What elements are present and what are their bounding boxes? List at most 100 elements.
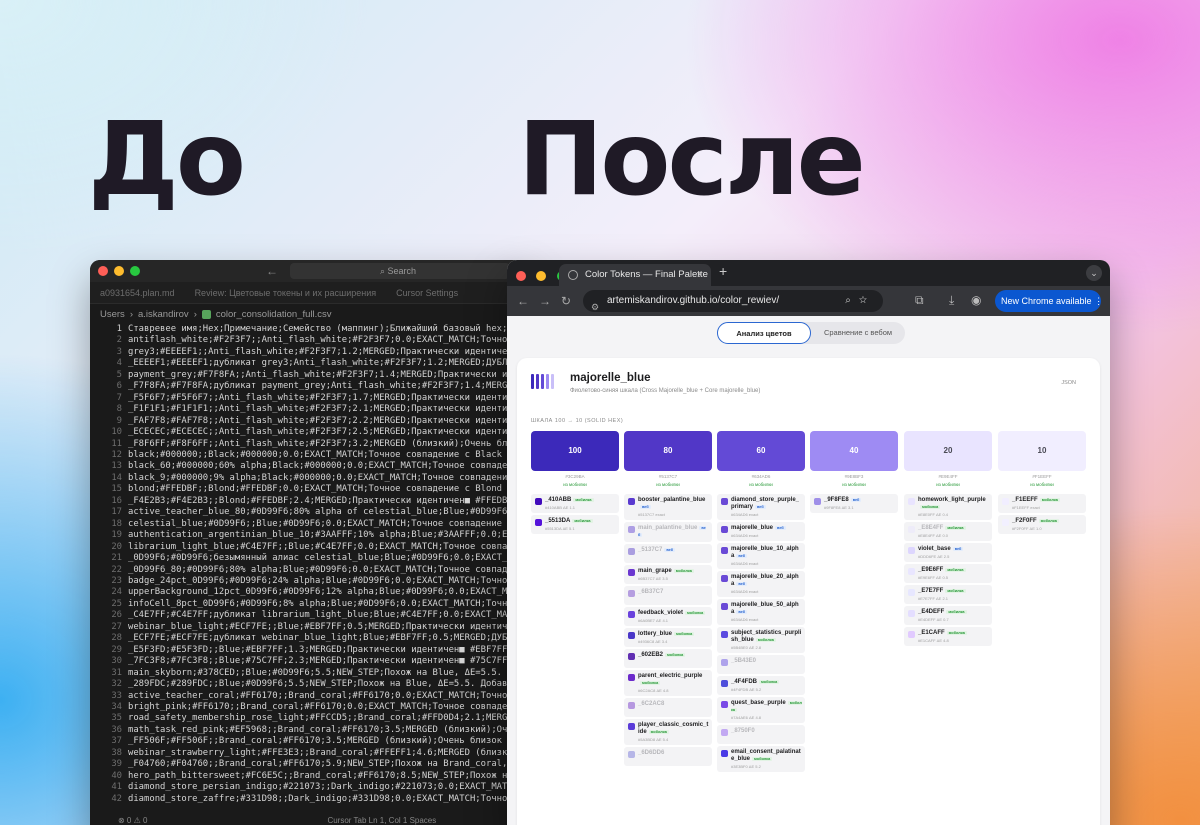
token-item[interactable]: _E9E6FF мобилка #E9E6FF ΔE 0.5: [904, 564, 992, 583]
code-line[interactable]: 37 _FF506F;#FF506F;;Brand_coral;#FF6170;3…: [90, 736, 530, 747]
scale-step-swatch[interactable]: 20: [904, 431, 992, 471]
token-item[interactable]: _5B43E0: [717, 655, 805, 674]
token-item[interactable]: _F1EEFF мобилка #F1EEFF exact: [998, 494, 1086, 513]
new-tab-button[interactable]: +: [719, 263, 727, 279]
token-item[interactable]: diamond_store_purple_primary веб #634AD6 e…: [717, 494, 805, 520]
editor-search-box[interactable]: ⌕ Search: [290, 263, 510, 279]
token-item[interactable]: _8750F0: [717, 725, 805, 744]
extensions-icon[interactable]: ⧉: [915, 293, 924, 308]
token-item[interactable]: _410ABB мобилка #410ABB ΔE 1.1: [531, 494, 619, 513]
reload-icon[interactable]: ↻: [561, 294, 571, 308]
code-line[interactable]: 23 badge_24pct_0D99F6;#0D99F6;24% alpha;B…: [90, 576, 530, 587]
token-item[interactable]: _9F8FE8 веб #9F8FE8 ΔE 3.1: [810, 494, 898, 513]
token-item[interactable]: majorelle_blue веб #634AD6 exact: [717, 522, 805, 541]
scale-step-swatch[interactable]: 10: [998, 431, 1086, 471]
token-item[interactable]: parent_electric_purpleмобилка #6C2AC8 ΔE …: [624, 670, 712, 696]
token-item[interactable]: majorelle_blue_20_alpha веб #634AD6 exact: [717, 571, 805, 597]
token-item[interactable]: email_consent_palatinate_blue мобилка #3E3…: [717, 746, 805, 772]
editor-tab[interactable]: Cursor Settings: [386, 282, 468, 303]
token-item[interactable]: _E4DEFF мобилка #E4DEFF ΔE 0.7: [904, 606, 992, 625]
code-line[interactable]: 34 bright_pink;#FF6170;;Brand_coral;#FF61…: [90, 702, 530, 713]
code-line[interactable]: 7 _F5F6F7;#F5F6F7;;Anti_flash_white;#F2F3…: [90, 393, 530, 404]
code-line[interactable]: 10 _ECECEC;#ECECEC;;Anti_flash_white;#F2F…: [90, 427, 530, 438]
maximize-window-button[interactable]: [130, 266, 140, 276]
token-item[interactable]: feedback_violet мобилка #6A0BE7 ΔE 4.1: [624, 607, 712, 626]
tab-web-comparison[interactable]: Сравнение с вебом: [811, 322, 905, 344]
problems-indicator[interactable]: ⊗ 0 ⚠ 0: [118, 816, 147, 825]
minimize-window-button[interactable]: [536, 271, 547, 281]
code-line[interactable]: 1 Ставревее имя;Hex;Примечание;Семейство …: [90, 324, 530, 335]
token-item[interactable]: _6D6DD6: [624, 747, 712, 766]
token-item[interactable]: lottery_blue мобилка #4936C8 ΔE 3.4: [624, 628, 712, 647]
code-line[interactable]: 15 blond;#FFEDBF;;Blond;#FFEDBF;0.0;EXACT…: [90, 484, 530, 495]
editor-tab[interactable]: a0931654.plan.md: [90, 282, 185, 303]
token-item[interactable]: _E1CAFF мобилка #E1CAFF ΔE 4.8: [904, 627, 992, 646]
code-line[interactable]: 19 authentication_argentinian_blue_10;#3A…: [90, 530, 530, 541]
json-button[interactable]: JSON: [1061, 380, 1076, 386]
token-item[interactable]: main_grape мобилка #6B37C7 ΔE 3.5: [624, 565, 712, 584]
token-item[interactable]: _602EB2 мобилка: [624, 649, 712, 668]
code-line[interactable]: 42 diamond_store_zaffre;#331D98;;Dark_ind…: [90, 794, 530, 804]
code-line[interactable]: 4 _EEEEF1;#EEEEF1;дубликат grey3;Anti_fla…: [90, 358, 530, 369]
code-line[interactable]: 26 _C4E7FF;#C4E7FF;дубликат librarium_lig…: [90, 610, 530, 621]
code-line[interactable]: 28 _ECF7FE;#ECF7FE;дубликат webinar_blue_…: [90, 633, 530, 644]
more-vert-icon[interactable]: ⋮: [1094, 296, 1103, 306]
token-item[interactable]: _6C2AC8: [624, 698, 712, 717]
breadcrumb-item[interactable]: a.iskandirov: [138, 309, 189, 320]
back-arrow-icon[interactable]: ←: [517, 294, 529, 308]
code-line[interactable]: 35 road_safety_membership_rose_light;#FFC…: [90, 713, 530, 724]
token-item[interactable]: _6B37C7: [624, 586, 712, 605]
token-item[interactable]: subject_statistics_purplish_blue мобилка #…: [717, 627, 805, 653]
code-line[interactable]: 18 celestial_blue;#0D99F6;;Blue;#0D99F6;0…: [90, 519, 530, 530]
editor-tab[interactable]: Review: Цветовые токены и их расширения: [185, 282, 387, 303]
bookmark-star-icon[interactable]: ☆: [859, 295, 875, 306]
code-line[interactable]: 8 _F1F1F1;#F1F1F1;;Anti_flash_white;#F2F3…: [90, 404, 530, 415]
token-item[interactable]: booster_palantine_blueвеб #5137C7 exact: [624, 494, 712, 520]
code-line[interactable]: 32 _289FDC;#289FDC;;Blue;#0D99F6;5.5;NEW_…: [90, 679, 530, 690]
code-line[interactable]: 13 black_60;#000000;60% alpha;Black;#0000…: [90, 461, 530, 472]
chevron-down-icon[interactable]: ⌄: [1086, 265, 1102, 281]
scale-step-swatch[interactable]: 100: [531, 431, 619, 471]
token-item[interactable]: quest_base_purple мобилка #7A4AE6 ΔE 4.8: [717, 697, 805, 723]
tab-color-analysis[interactable]: Анализ цветов: [717, 322, 811, 344]
avatar[interactable]: ◉: [971, 293, 981, 307]
code-line[interactable]: 17 active_teacher_blue_80;#0D99F6;80% alp…: [90, 507, 530, 518]
token-item[interactable]: _4F4FDB мобилка #4F4FDB ΔE 5.2: [717, 676, 805, 695]
code-line[interactable]: 27 webinar_blue_light;#ECF7FE;;Blue;#EBF7…: [90, 622, 530, 633]
token-item[interactable]: majorelle_blue_50_alpha веб #634AD6 exact: [717, 599, 805, 625]
code-line[interactable]: 40 hero_path_bittersweet;#FC6E5C;;Brand_c…: [90, 771, 530, 782]
code-line[interactable]: 41 diamond_store_persian_indigo;#221073;;…: [90, 782, 530, 793]
code-line[interactable]: 2 antiflash_white;#F2F3F7;;Anti_flash_whi…: [90, 335, 530, 346]
code-line[interactable]: 3 grey3;#EEEEF1;;Anti_flash_white;#F2F3F7…: [90, 347, 530, 358]
code-line[interactable]: 29 _E5F3FD;#E5F3FD;;Blue;#EBF7FF;1.3;MERG…: [90, 645, 530, 656]
code-line[interactable]: 25 infoCell_8pct_0D99F6;#0D99F6;8% alpha;…: [90, 599, 530, 610]
code-line[interactable]: 9 _FAF7F8;#FAF7F8;;Anti_flash_white;#F2F3…: [90, 416, 530, 427]
token-item[interactable]: _E8E4FF мобилка #E8E4FF ΔE 0.0: [904, 522, 992, 541]
code-line[interactable]: 39 _F04760;#F04760;;Brand_coral;#FF6170;5…: [90, 759, 530, 770]
token-item[interactable]: _5513DA мобилка #5513DA ΔE 5.1: [531, 515, 619, 534]
code-line[interactable]: 31 main_skyborn;#378CED;;Blue;#0D99F6;5.5…: [90, 668, 530, 679]
token-item[interactable]: homework_light_purpleмобилка #E8E0FF ΔE 0…: [904, 494, 992, 520]
code-line[interactable]: 11 _F8F6FF;#F8F6FF;;Anti_flash_white;#F2F…: [90, 439, 530, 450]
code-line[interactable]: 5 payment_grey;#F7F8FA;;Anti_flash_white;…: [90, 370, 530, 381]
code-line[interactable]: 22 _0D99F6_80;#0D99F6;80% alpha;Blue;#0D9…: [90, 565, 530, 576]
token-item[interactable]: majorelle_blue_10_alpha веб #634AD6 exact: [717, 543, 805, 569]
close-window-button[interactable]: [98, 266, 108, 276]
minimize-window-button[interactable]: [114, 266, 124, 276]
cursor-position[interactable]: Cursor Tab Ln 1, Col 1 Spaces: [327, 816, 436, 825]
code-line[interactable]: 24 upperBackground_12pct_0D99F6;#0D99F6;1…: [90, 587, 530, 598]
token-item[interactable]: player_classic_cosmic_tide мобилка #5A3BD8…: [624, 719, 712, 745]
browser-tab[interactable]: Color Tokens — Final Palette ×: [559, 264, 711, 286]
code-area[interactable]: 1 Ставревее имя;Hex;Примечание;Семейство …: [90, 324, 530, 804]
token-item[interactable]: _E7E7FF мобилка #E7E7FF ΔE 2.1: [904, 585, 992, 604]
code-line[interactable]: 38 webinar_strawberry_light;#FFE3E3;;Bran…: [90, 748, 530, 759]
address-bar[interactable]: ⚙ artemiskandirov.github.io/color_rewiev…: [583, 290, 883, 312]
back-arrow-icon[interactable]: ←: [266, 264, 278, 278]
token-item[interactable]: main_palantine_blue веб: [624, 522, 712, 542]
code-line[interactable]: 6 _F7F8FA;#F7F8FA;дубликат payment_grey;A…: [90, 381, 530, 392]
forward-arrow-icon[interactable]: →: [539, 294, 551, 308]
site-settings-icon[interactable]: ⚙: [591, 296, 599, 318]
code-line[interactable]: 12 black;#000000;;Black;#000000;0.0;EXACT…: [90, 450, 530, 461]
token-item[interactable]: _F2F0FF мобилка #F2F0FF ΔE 1.0: [998, 515, 1086, 534]
token-item[interactable]: violet_base веб #DDD6FE ΔE 2.5: [904, 543, 992, 562]
